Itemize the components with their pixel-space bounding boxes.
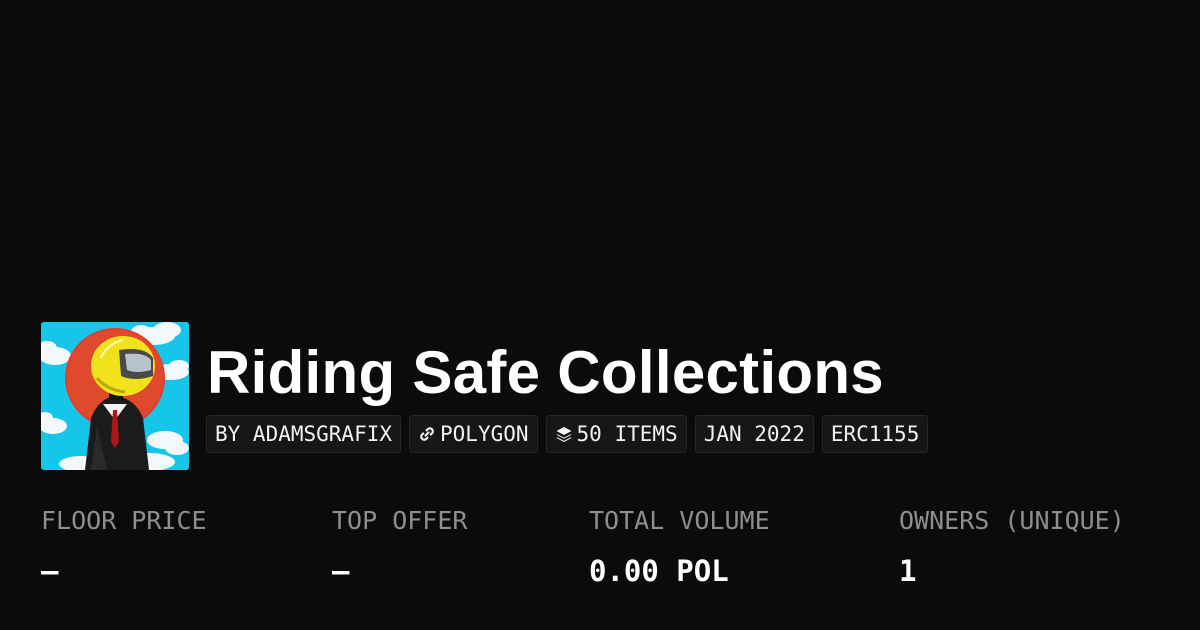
floor-price-stat: FLOOR PRICE – xyxy=(41,504,207,588)
total-volume-value: 0.00 POL xyxy=(589,554,729,588)
collection-avatar[interactable] xyxy=(41,322,189,470)
chain-tag[interactable]: POLYGON xyxy=(409,415,538,453)
collection-stats: FLOOR PRICE – TOP OFFER – TOTAL VOLUME 0… xyxy=(0,504,1200,604)
date-tag-label: JAN 2022 xyxy=(703,422,805,446)
items-tag-label: 50 ITEMS xyxy=(576,422,678,446)
chain-tag-label: POLYGON xyxy=(440,422,529,446)
top-offer-value: – xyxy=(332,554,350,588)
helmet-rider-artwork xyxy=(41,322,189,470)
creator-tag-label: BY ADAMSGRAFIX xyxy=(215,422,393,446)
owners-stat: OWNERS (UNIQUE) 1 xyxy=(899,504,1125,588)
creator-tag[interactable]: BY ADAMSGRAFIX xyxy=(206,415,402,453)
collection-title: Riding Safe Collections xyxy=(207,339,884,406)
items-tag[interactable]: 50 ITEMS xyxy=(545,415,687,453)
owners-value: 1 xyxy=(899,554,917,588)
total-volume-label: TOTAL VOLUME xyxy=(589,506,770,535)
owners-label: OWNERS (UNIQUE) xyxy=(899,506,1125,535)
top-offer-label: TOP OFFER xyxy=(332,506,468,535)
floor-price-value: – xyxy=(41,554,59,588)
layers-icon xyxy=(555,425,573,443)
standard-tag: ERC1155 xyxy=(821,415,929,453)
floor-price-label: FLOOR PRICE xyxy=(41,506,207,535)
link-icon xyxy=(418,425,436,443)
total-volume-stat: TOTAL VOLUME 0.00 POL xyxy=(589,504,770,588)
standard-tag-label: ERC1155 xyxy=(830,422,920,446)
date-tag: JAN 2022 xyxy=(694,415,814,453)
collection-tags: BY ADAMSGRAFIX POLYGON 50 ITEMS JAN 2022… xyxy=(206,415,929,455)
top-offer-stat: TOP OFFER – xyxy=(332,504,467,588)
collection-card: Riding Safe Collections BY ADAMSGRAFIX P… xyxy=(0,0,1200,630)
